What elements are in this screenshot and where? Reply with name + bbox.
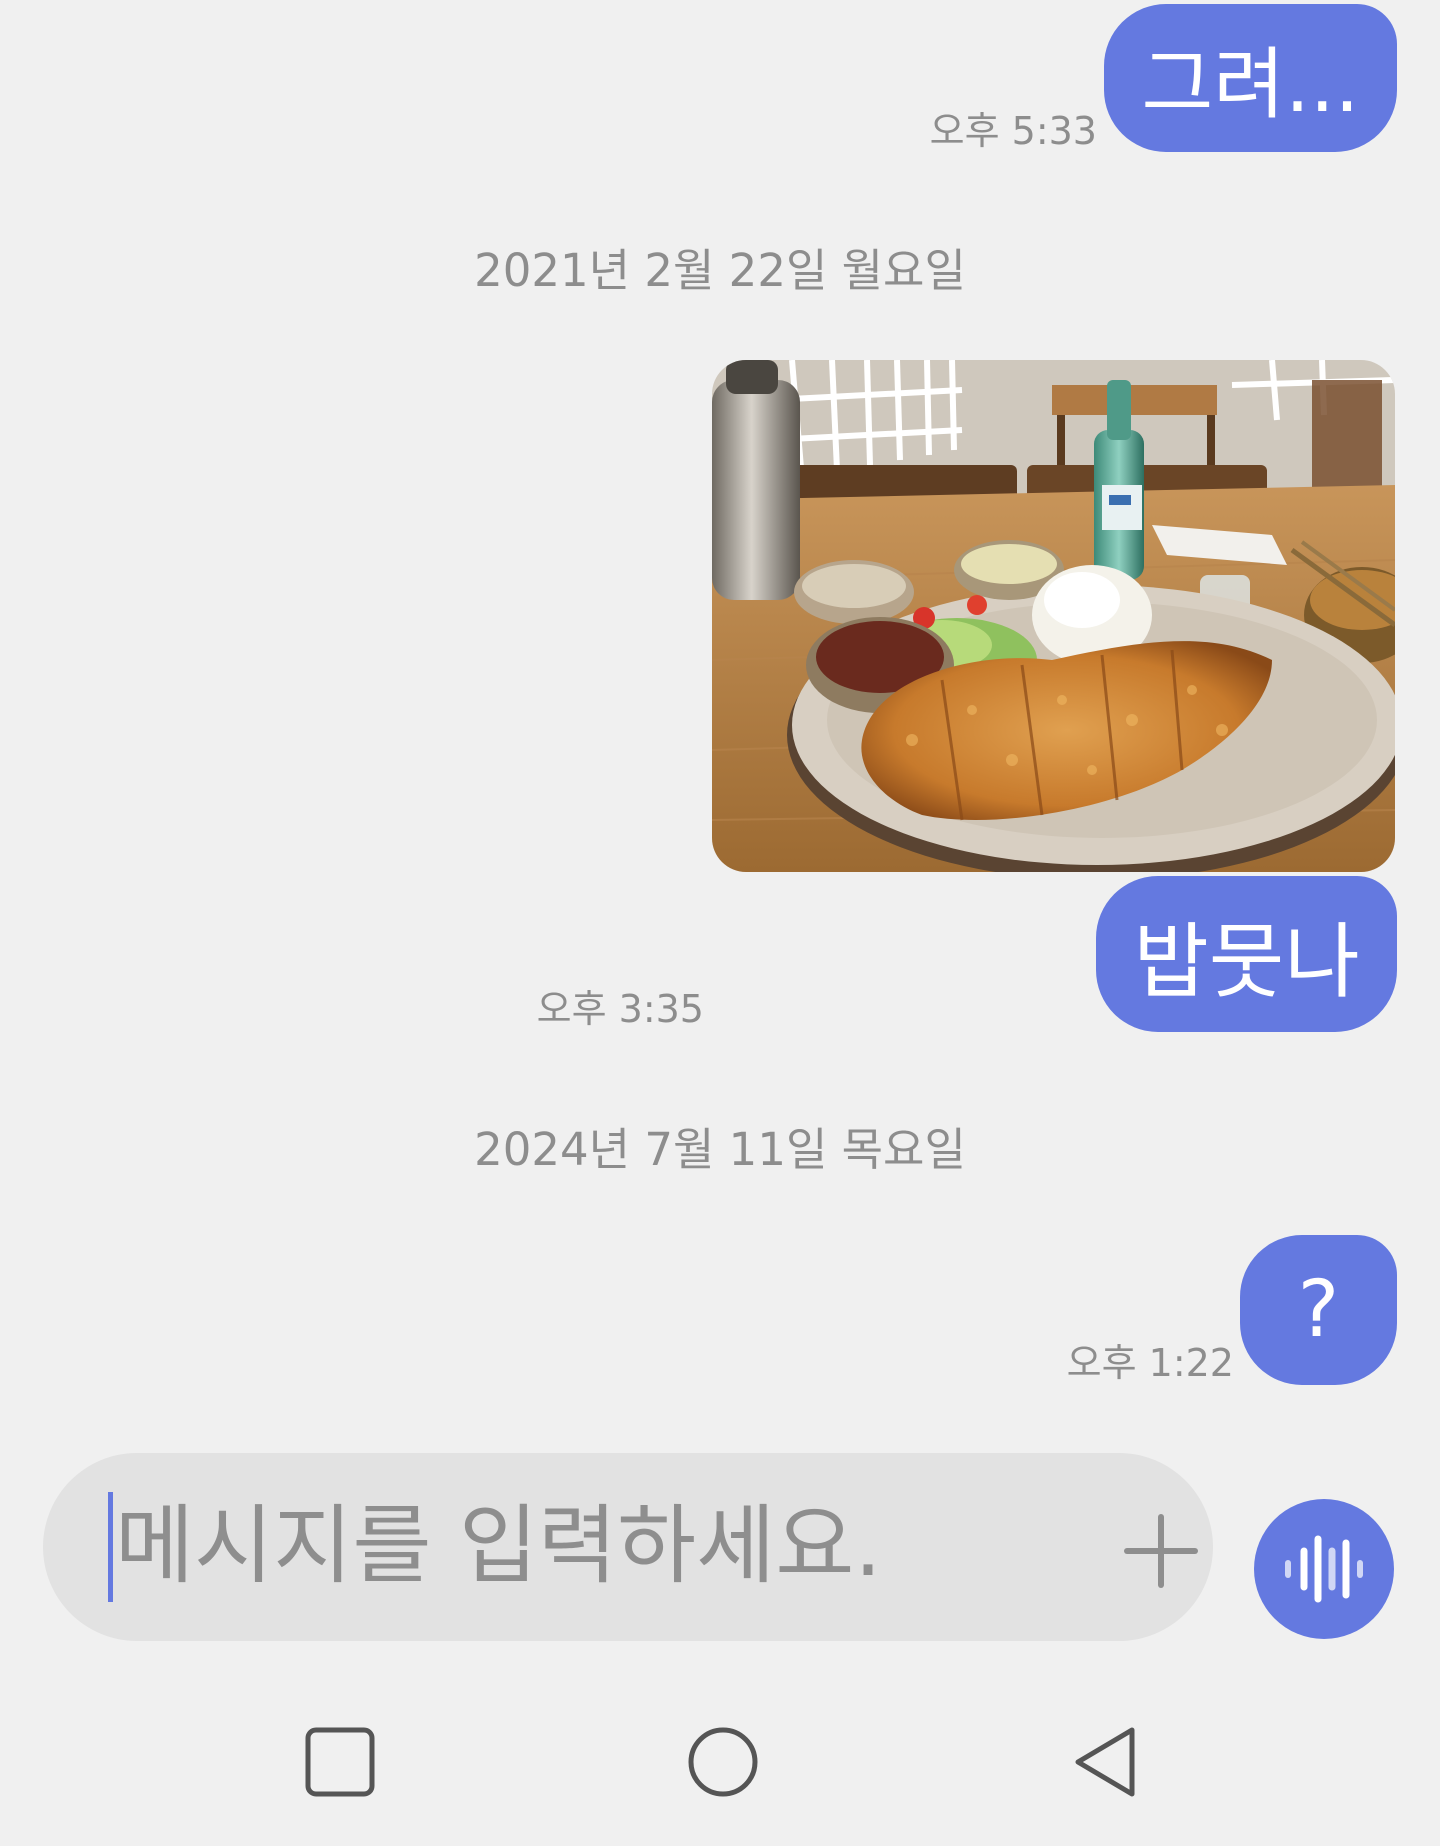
plus-icon[interactable]	[1113, 1503, 1209, 1599]
message-input-placeholder: 메시지를 입력하세요.	[115, 1496, 882, 1596]
recents-button[interactable]	[300, 1722, 380, 1802]
food-photo-image	[712, 360, 1395, 872]
square-icon	[305, 1727, 375, 1797]
back-button[interactable]	[1068, 1722, 1148, 1802]
triangle-back-icon	[1075, 1727, 1135, 1797]
home-button[interactable]	[683, 1722, 763, 1802]
message-bubble[interactable]: 밥뭇나	[1096, 876, 1397, 1032]
message-bubble[interactable]: 그려...	[1104, 4, 1397, 152]
message-timestamp: 오후 1:22	[1066, 1341, 1234, 1385]
message-timestamp: 오후 3:35	[536, 987, 704, 1031]
message-timestamp: 오후 5:33	[929, 109, 1097, 153]
voice-waveform-icon	[1285, 1535, 1363, 1603]
message-text: ?	[1297, 1265, 1340, 1355]
date-separator: 2024년 7월 11일 목요일	[474, 1123, 966, 1176]
voice-input-button[interactable]	[1254, 1499, 1394, 1639]
message-text: 밥뭇나	[1133, 914, 1360, 1010]
date-separator: 2021년 2월 22일 월요일	[474, 244, 966, 297]
message-text: 그려...	[1141, 40, 1360, 130]
message-bubble[interactable]: ?	[1240, 1235, 1397, 1385]
text-caret	[108, 1492, 113, 1602]
photo-message[interactable]	[712, 360, 1395, 872]
circle-icon	[688, 1727, 758, 1797]
message-input[interactable]: 메시지를 입력하세요.	[43, 1453, 1213, 1641]
